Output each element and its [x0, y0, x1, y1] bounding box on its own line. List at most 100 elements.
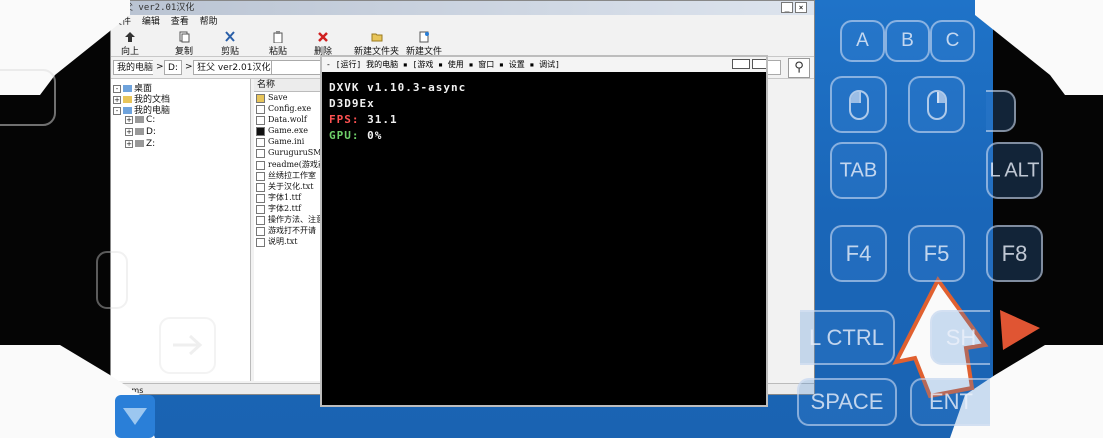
expand-icon[interactable]: + [125, 127, 133, 136]
file-icon [256, 237, 265, 247]
column-header-name[interactable]: 名称 [254, 79, 324, 92]
menu-view[interactable]: 查看 [171, 17, 189, 27]
exe-icon [256, 126, 265, 136]
list-item[interactable]: readme(游戏前 [256, 159, 326, 170]
search-icon[interactable]: ⚲ [788, 58, 810, 78]
key-mouse-right[interactable] [908, 76, 965, 133]
list-item[interactable]: 说明.txt [256, 236, 297, 247]
file-icon [256, 182, 265, 192]
computer-icon [123, 107, 132, 114]
gpu-label: GPU: [329, 129, 360, 142]
file-icon [256, 226, 265, 236]
minimize-button[interactable]: _ [781, 2, 793, 13]
menu-help[interactable]: 帮助 [200, 17, 218, 27]
d3d-api-line: D3D9Ex [329, 97, 375, 110]
mouse-right-click-icon [926, 89, 947, 120]
list-item[interactable]: Config.exe [256, 104, 311, 114]
clipboard-icon [273, 31, 283, 43]
expand-icon[interactable]: + [125, 115, 133, 124]
folder-icon [123, 96, 132, 103]
key-partial-edge[interactable] [986, 90, 1016, 132]
file-list: 名称 Save Config.exe Data.wolf Game.exe Ga… [254, 79, 335, 381]
right-letterbox [993, 0, 1103, 438]
mouse-left-click-icon [848, 89, 869, 120]
list-item[interactable]: Game.ini [256, 137, 304, 147]
list-item[interactable]: Game.exe [256, 126, 308, 136]
crumb-game-folder[interactable]: 狂父 ver2.01汉化 [193, 60, 275, 75]
delete-x-icon [318, 32, 328, 42]
tree-item-drive-c[interactable]: + C: [125, 115, 155, 125]
new-folder-icon [371, 33, 382, 42]
desktop-icon [123, 85, 132, 92]
console-title: - [运行] 我的电脑 ▪ [游戏 ▪ 使用 ▪ 窗口 ▪ 设置 ▪ 调试] [326, 60, 560, 69]
folder-icon [256, 93, 265, 103]
expand-icon[interactable]: - [113, 106, 121, 115]
fps-line: FPS: 31.1 [329, 112, 766, 128]
gpu-value: 0% [367, 129, 383, 142]
console-titlebar: - [运行] 我的电脑 ▪ [游戏 ▪ 使用 ▪ 窗口 ▪ 设置 ▪ 调试] [322, 57, 766, 72]
expand-icon[interactable]: + [125, 139, 133, 148]
settings-file-icon [256, 137, 265, 147]
tree-item-drive-z[interactable]: + Z: [125, 139, 155, 149]
copy-icon [179, 31, 190, 43]
list-item[interactable]: Save [256, 93, 288, 103]
explorer-menubar: 文件 编辑 查看 帮助 [111, 15, 814, 29]
menu-file[interactable]: 文件 [113, 17, 131, 27]
key-tab[interactable]: TAB [830, 142, 887, 199]
drive-icon [135, 116, 144, 123]
key-f4[interactable]: F4 [830, 225, 887, 282]
file-icon [256, 160, 265, 170]
list-item[interactable]: 字体2.ttf [256, 203, 301, 214]
font-file-icon [256, 204, 265, 214]
tree-item-drive-d[interactable]: + D: [125, 127, 156, 137]
key-enter[interactable]: ENT [910, 378, 990, 426]
key-shift[interactable]: SH [930, 310, 990, 365]
copy-button[interactable]: 复制 [175, 31, 193, 57]
file-icon [256, 115, 265, 125]
drive-icon [135, 128, 144, 135]
list-item[interactable]: Data.wolf [256, 115, 307, 125]
folder-tree: - 桌面 + 我的文档 - 我的电脑 + C: + D: + Z: [111, 79, 251, 381]
key-f5[interactable]: F5 [908, 225, 965, 282]
dxvk-version-line: DXVK v1.10.3-async [329, 81, 467, 94]
cut-button[interactable]: 剪贴 [221, 31, 239, 57]
menu-edit[interactable]: 编辑 [142, 17, 160, 27]
file-icon [256, 215, 265, 225]
dxvk-console-window: - [运行] 我的电脑 ▪ [游戏 ▪ 使用 ▪ 窗口 ▪ 设置 ▪ 调试] D… [320, 55, 768, 407]
paste-button[interactable]: 粘贴 [269, 31, 287, 57]
list-item[interactable]: 关于汉化.txt [256, 181, 313, 192]
fps-value: 31.1 [367, 113, 398, 126]
explorer-toolbar: 向上 复制 剪贴 粘贴 删除 新建文件夹 新建文件 [111, 29, 814, 57]
file-icon [256, 171, 265, 181]
key-l-alt[interactable]: L ALT [986, 142, 1043, 199]
gpu-line: GPU: 0% [329, 128, 766, 144]
drive-icon [135, 140, 144, 147]
up-arrow-icon [125, 32, 135, 42]
list-item[interactable]: 游戏打不开请 [256, 225, 316, 236]
close-button[interactable]: × [795, 2, 807, 13]
fps-label: FPS: [329, 113, 360, 126]
crumb-drive-d[interactable]: D: [164, 60, 182, 75]
new-folder-button[interactable]: 新建文件夹 [354, 31, 399, 57]
list-item[interactable]: 丝绣拉工作室 [256, 170, 316, 181]
up-button[interactable]: 向上 [121, 31, 139, 57]
explorer-title: 狂父 ver2.01汉化 [115, 3, 195, 13]
key-l-ctrl[interactable]: L CTRL [800, 310, 895, 365]
console-minimize-button[interactable] [732, 59, 750, 69]
font-file-icon [256, 193, 265, 203]
console-output: DXVK v1.10.3-async D3D9Ex FPS: 31.1 GPU:… [322, 72, 766, 144]
list-item[interactable]: 操作方法、注意 [256, 214, 324, 225]
key-f8[interactable]: F8 [986, 225, 1043, 282]
explorer-titlebar: 狂父 ver2.01汉化 _ × [111, 1, 814, 15]
list-item[interactable]: 字体1.ttf [256, 192, 301, 203]
new-file-button[interactable]: 新建文件 [406, 31, 442, 57]
delete-button[interactable]: 删除 [314, 31, 332, 57]
console-close-button[interactable] [752, 59, 766, 69]
key-b[interactable]: B [885, 20, 930, 62]
key-c[interactable]: C [930, 20, 975, 62]
crumb-my-computer[interactable]: 我的电脑 [113, 60, 158, 75]
key-a[interactable]: A [840, 20, 885, 62]
key-space[interactable]: SPACE [797, 378, 897, 426]
left-letterbox [0, 0, 110, 438]
key-mouse-left[interactable] [830, 76, 887, 133]
